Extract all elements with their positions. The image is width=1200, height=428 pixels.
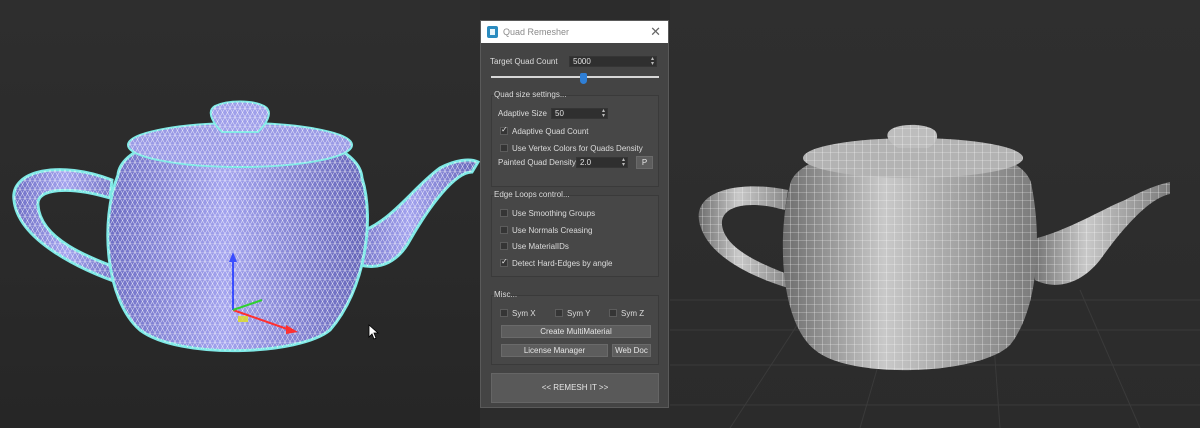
paint-density-button[interactable]: P <box>636 156 653 169</box>
dialog-title: Quad Remesher <box>503 27 570 37</box>
normals-creasing-checkbox[interactable] <box>500 226 508 234</box>
left-viewport[interactable] <box>0 0 480 428</box>
painted-quad-density-value: 2.0 <box>580 158 592 167</box>
material-ids-label: Use MaterialIDs <box>512 242 569 251</box>
web-doc-button[interactable]: Web Doc <box>612 344 651 357</box>
adaptive-quad-count-checkbox[interactable] <box>500 125 508 135</box>
spinner-arrows-icon[interactable]: ▴ ▾ <box>651 56 654 67</box>
vertex-colors-label: Use Vertex Colors for Quads Density <box>512 144 643 153</box>
hard-edges-checkbox[interactable] <box>500 257 508 267</box>
quad-remesher-dialog: Quad Remesher ✕ Target Quad Count 5000 ▴… <box>480 20 669 408</box>
quad-teapot-render <box>670 124 1200 428</box>
create-multimaterial-button[interactable]: Create MultiMaterial <box>501 325 651 338</box>
adaptive-size-label: Adaptive Size <box>498 109 547 118</box>
sym-z-checkbox[interactable] <box>609 309 617 317</box>
painted-quad-density-label: Painted Quad Density <box>498 158 576 167</box>
target-quad-count-spinner[interactable]: 5000 ▴ ▾ <box>569 56 657 67</box>
adaptive-quad-count-label: Adaptive Quad Count <box>512 127 589 136</box>
target-quad-count-slider-thumb[interactable] <box>579 73 587 84</box>
sym-x-checkbox[interactable] <box>500 309 508 317</box>
adaptive-size-value: 50 <box>555 109 564 118</box>
dialog-titlebar[interactable]: Quad Remesher ✕ <box>481 21 668 43</box>
target-quad-count-slider[interactable] <box>491 76 659 78</box>
right-viewport[interactable] <box>670 0 1200 428</box>
sym-y-checkbox[interactable] <box>555 309 563 317</box>
vertex-colors-checkbox[interactable] <box>500 144 508 152</box>
misc-group-title: Misc... <box>494 290 518 299</box>
painted-quad-density-spinner[interactable]: 2.0 ▴ ▾ <box>576 157 628 168</box>
sym-y-label: Sym Y <box>567 309 591 318</box>
triangulated-teapot-render <box>12 100 480 353</box>
spinner-arrows-icon[interactable]: ▴ ▾ <box>602 108 605 119</box>
smoothing-groups-label: Use Smoothing Groups <box>512 209 596 218</box>
sym-z-label: Sym Z <box>621 309 645 318</box>
material-ids-checkbox[interactable] <box>500 242 508 250</box>
adaptive-size-spinner[interactable]: 50 ▴ ▾ <box>551 108 608 119</box>
mouse-pointer-icon <box>368 324 380 340</box>
remesh-it-button[interactable]: << REMESH IT >> <box>491 373 659 403</box>
license-manager-button[interactable]: License Manager <box>501 344 608 357</box>
hard-edges-label: Detect Hard-Edges by angle <box>512 259 613 268</box>
close-icon[interactable]: ✕ <box>650 24 661 40</box>
target-quad-count-label: Target Quad Count <box>490 57 558 66</box>
quad-remesher-app-icon <box>487 26 498 38</box>
spinner-arrows-icon[interactable]: ▴ ▾ <box>622 157 625 168</box>
target-quad-count-value: 5000 <box>573 57 591 66</box>
quad-size-group-title: Quad size settings... <box>494 90 567 99</box>
edge-loops-group-title: Edge Loops control... <box>494 190 570 199</box>
sym-x-label: Sym X <box>512 309 536 318</box>
normals-creasing-label: Use Normals Creasing <box>512 226 593 235</box>
smoothing-groups-checkbox[interactable] <box>500 209 508 217</box>
